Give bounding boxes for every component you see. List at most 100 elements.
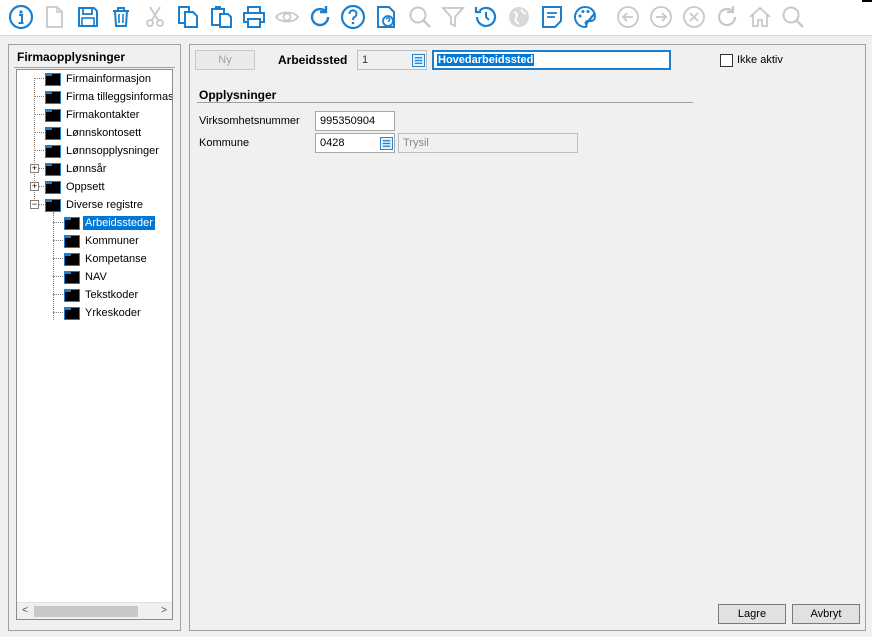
tree-item-firma-tilleggsinformasjon[interactable]: Firma tilleggsinformasjon [45, 88, 173, 106]
tree-line [34, 114, 44, 115]
folder-icon [64, 217, 80, 230]
folder-open-icon [45, 199, 61, 212]
toolbar-edge [862, 0, 872, 2]
tree-line [53, 312, 63, 313]
tree-item-lonnsar[interactable]: Lønnsår [45, 160, 108, 178]
save-button[interactable]: Lagre [718, 604, 786, 624]
help-document-icon[interactable] [372, 3, 400, 31]
tree-label: Lønnskontosett [66, 127, 142, 139]
scroll-right-arrow-icon[interactable]: > [158, 605, 170, 617]
tree-item-tekstkoder[interactable]: Tekstkoder [64, 286, 140, 304]
section-divider [197, 102, 693, 103]
tree-item-kompetanse[interactable]: Kompetanse [64, 250, 149, 268]
folder-icon [64, 307, 80, 320]
paste-icon[interactable] [207, 3, 235, 31]
tree-label: Diverse registre [66, 199, 144, 211]
folder-icon [64, 271, 80, 284]
detail-panel: Ny Arbeidssted 1 Hovedarbeidssted Ikke a… [189, 44, 866, 631]
cut-icon [141, 3, 169, 31]
folder-icon [45, 73, 61, 86]
arbeidssted-label: Arbeidssted [278, 53, 348, 67]
tree-label: Tekstkoder [85, 289, 139, 301]
tree-item-yrkeskoder[interactable]: Yrkeskoder [64, 304, 143, 322]
tree-item-oppsett[interactable]: Oppsett [45, 178, 107, 196]
navigation-tree: + + − Firmainformasjon Firma tilleggsinf… [16, 69, 173, 620]
arbeidssted-name-text: Hovedarbeidssted [437, 54, 535, 66]
tree-item-diverse-registre[interactable]: Diverse registre [45, 196, 145, 214]
globe-icon [505, 3, 533, 31]
tree-label: Firmainformasjon [66, 73, 151, 85]
tree-line [34, 78, 44, 79]
tree-line [34, 132, 44, 133]
tree-item-lonnskontosett[interactable]: Lønnskontosett [45, 124, 143, 142]
expand-lonnsar-toggle[interactable]: + [30, 164, 39, 173]
zoom-icon [779, 3, 807, 31]
tree-item-arbeidssteder[interactable]: Arbeidssteder [64, 214, 155, 232]
palette-icon[interactable] [571, 3, 599, 31]
toolbar [0, 0, 872, 36]
tree-label: Firmakontakter [66, 109, 140, 121]
folder-icon [64, 253, 80, 266]
tree-label: Lønnsopplysninger [66, 145, 159, 157]
cancel-button[interactable]: Avbryt [792, 604, 860, 624]
save-icon[interactable] [74, 3, 102, 31]
copy-icon[interactable] [174, 3, 202, 31]
history-icon[interactable] [472, 3, 500, 31]
tree-item-firmainformasjon[interactable]: Firmainformasjon [45, 70, 153, 88]
tree-line [53, 294, 63, 295]
filter-icon [439, 3, 467, 31]
tree-line [34, 96, 44, 97]
collapse-diverse-registre-toggle[interactable]: − [30, 200, 39, 209]
new-document-icon [40, 3, 68, 31]
print-icon[interactable] [240, 3, 268, 31]
help-icon[interactable] [339, 3, 367, 31]
delete-icon[interactable] [107, 3, 135, 31]
refresh-icon[interactable] [306, 3, 334, 31]
navigation-panel: Firmaopplysninger + + − Firmainformasjon… [8, 44, 181, 631]
tree-label: Kompetanse [85, 253, 147, 265]
info-icon[interactable] [7, 3, 35, 31]
tree-label: Yrkeskoder [85, 307, 141, 319]
tree-label: NAV [85, 271, 107, 283]
municipality-lookup-icon[interactable] [377, 134, 395, 152]
folder-icon [45, 181, 61, 194]
scrollbar-thumb[interactable] [34, 606, 138, 617]
tree-label: Firma tilleggsinformasjon [66, 91, 173, 103]
tree-item-nav[interactable]: NAV [64, 268, 109, 286]
panel-title: Firmaopplysninger [17, 50, 126, 64]
municipality-label: Kommune [199, 137, 250, 149]
org-number-field[interactable]: 995350904 [315, 111, 395, 131]
tree-label: Lønnsår [66, 163, 107, 175]
folder-icon [45, 145, 61, 158]
folder-icon [64, 235, 80, 248]
expand-oppsett-toggle[interactable]: + [30, 182, 39, 191]
horizontal-scrollbar[interactable]: < > [17, 602, 172, 619]
tree-line [53, 222, 63, 223]
forward-icon [647, 3, 675, 31]
folder-icon [45, 163, 61, 176]
back-icon [614, 3, 642, 31]
title-divider [14, 67, 175, 68]
note-icon[interactable] [538, 3, 566, 31]
tree-label-selected: Arbeidssteder [83, 216, 155, 230]
tree-label: Kommuner [85, 235, 139, 247]
org-number-label: Virksomhetsnummer [199, 115, 300, 127]
tree-item-lonnsopplysninger[interactable]: Lønnsopplysninger [45, 142, 161, 160]
tree-line [34, 150, 44, 151]
inactive-label: Ikke aktiv [737, 54, 783, 66]
folder-icon [45, 91, 61, 104]
folder-icon [64, 289, 80, 302]
tree-line [53, 276, 63, 277]
home-icon [746, 3, 774, 31]
inactive-checkbox[interactable] [720, 54, 733, 67]
cancel-icon [680, 3, 708, 31]
new-button[interactable]: Ny [195, 50, 255, 70]
tree-item-kommuner[interactable]: Kommuner [64, 232, 141, 250]
arbeidssted-name-field[interactable]: Hovedarbeidssted [432, 50, 671, 70]
lookup-list-icon[interactable] [409, 51, 427, 69]
tree-line [53, 258, 63, 259]
folder-icon [45, 109, 61, 122]
search-icon [406, 3, 434, 31]
scroll-left-arrow-icon[interactable]: < [19, 605, 31, 617]
tree-item-firmakontakter[interactable]: Firmakontakter [45, 106, 141, 124]
